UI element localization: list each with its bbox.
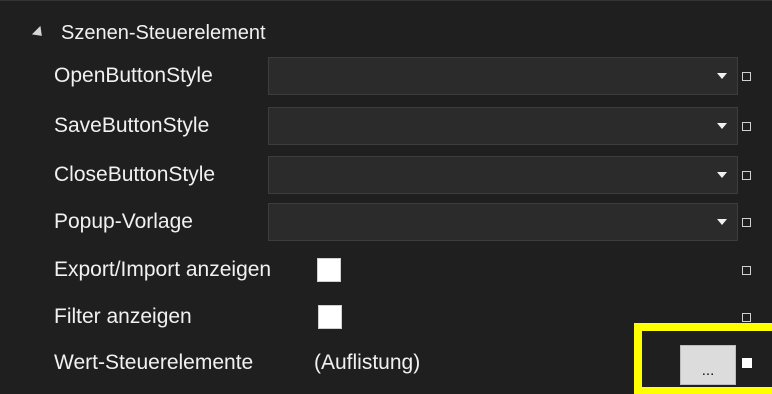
export-import-checkbox[interactable] <box>317 258 341 282</box>
property-marker-icon[interactable] <box>742 170 751 180</box>
dropdown-arrow-icon[interactable] <box>717 123 727 129</box>
property-marker-icon[interactable] <box>742 71 751 81</box>
property-label: Wert-Steuerelemente <box>54 351 254 374</box>
property-label: Popup-Vorlage <box>54 210 193 233</box>
section-header[interactable]: Szenen-Steuerelement <box>0 11 266 55</box>
property-marker-icon[interactable] <box>742 217 751 227</box>
property-label: SaveButtonStyle <box>54 114 210 137</box>
property-marker-icon[interactable] <box>742 265 751 275</box>
filter-checkbox[interactable] <box>318 305 342 329</box>
openbuttonstyle-combobox[interactable] <box>268 57 738 95</box>
collection-value: (Auflistung) <box>314 351 421 374</box>
property-label: OpenButtonStyle <box>54 64 213 87</box>
property-row-openbuttonstyle: OpenButtonStyle <box>0 52 772 100</box>
savebuttonstyle-combobox[interactable] <box>268 107 738 145</box>
popup-vorlage-combobox[interactable] <box>268 203 738 241</box>
closebuttonstyle-combobox[interactable] <box>268 156 738 194</box>
property-label: Export/Import anzeigen <box>54 258 272 281</box>
property-row-export-import: Export/Import anzeigen <box>0 246 772 294</box>
collapse-arrow-icon[interactable] <box>31 25 47 41</box>
property-label: CloseButtonStyle <box>54 163 216 186</box>
section-title: Szenen-Steuerelement <box>61 21 266 44</box>
dropdown-arrow-icon[interactable] <box>717 73 727 79</box>
property-label: Filter anzeigen <box>54 305 192 328</box>
property-marker-icon[interactable] <box>742 121 751 131</box>
dropdown-arrow-icon[interactable] <box>717 219 727 225</box>
collection-editor-button[interactable]: ... <box>680 345 736 385</box>
property-row-popup-vorlage: Popup-Vorlage <box>0 198 772 246</box>
property-marker-icon[interactable] <box>742 312 751 322</box>
property-panel: Szenen-Steuerelement OpenButtonStyle Sav… <box>0 0 772 394</box>
property-row-savebuttonstyle: SaveButtonStyle <box>0 102 772 150</box>
dropdown-arrow-icon[interactable] <box>717 172 727 178</box>
property-row-closebuttonstyle: CloseButtonStyle <box>0 151 772 199</box>
